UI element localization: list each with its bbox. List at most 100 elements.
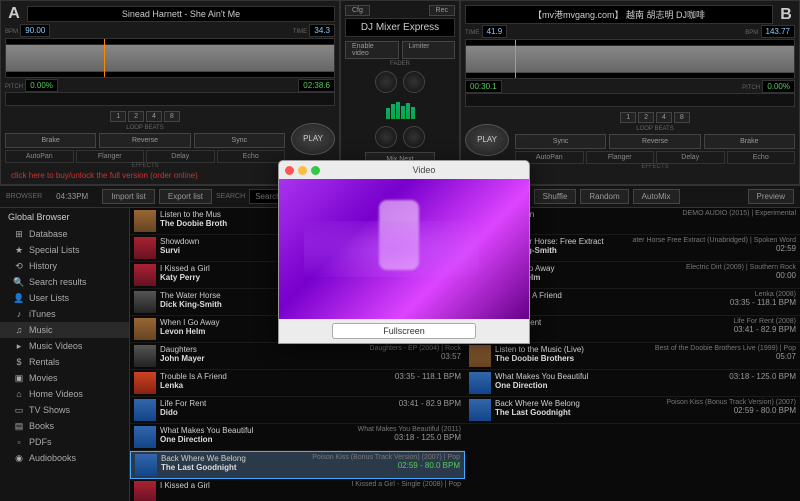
video-window[interactable]: Video Fullscreen <box>278 160 530 344</box>
sidebar-item-pdfs[interactable]: ▫PDFs <box>0 434 129 450</box>
track-meta: Poison Kiss (Bonus Track Version) (2007) <box>666 399 796 406</box>
deck-b-brake[interactable]: Brake <box>704 134 795 149</box>
track-row[interactable]: Life For RentDido03:41 - 82.9 BPM <box>130 397 465 424</box>
minimize-icon[interactable] <box>298 166 307 175</box>
shuffle-button[interactable]: Shuffle <box>534 189 577 204</box>
sidebar-item-tv-shows[interactable]: ▭TV Shows <box>0 402 129 418</box>
track-duration: 03:41 - 82.9 BPM <box>733 325 796 334</box>
cfg-button[interactable]: Cfg <box>345 5 370 16</box>
deck-a-fx-autopan[interactable]: AutoPan <box>5 150 74 163</box>
enable-video-button[interactable]: Enable video <box>345 41 399 59</box>
track-duration: 00:00 <box>686 271 796 280</box>
eq-knob-left[interactable] <box>375 126 397 148</box>
limiter-button[interactable]: Limiter <box>402 41 456 59</box>
deck-a-loop-2[interactable]: 2 <box>128 111 144 122</box>
mixer-center: Cfg Rec DJ Mixer Express Enable video Li… <box>340 0 460 185</box>
sidebar-item-label: Music <box>29 325 53 335</box>
deck-b-loop-2[interactable]: 2 <box>638 112 654 123</box>
folder-icon: ◉ <box>14 453 24 463</box>
folder-icon: ⟲ <box>14 261 24 271</box>
deck-b-loop-8[interactable]: 8 <box>674 112 690 123</box>
track-row[interactable]: Back Where We BelongThe Last GoodnightPo… <box>130 451 465 479</box>
track-row[interactable]: What Makes You BeautifulOne DirectionWha… <box>130 424 465 451</box>
track-title: Listen to the Music (Live) <box>495 345 651 354</box>
deck-a-pitch: 0.00% <box>25 79 58 92</box>
sidebar-item-label: Books <box>29 421 54 431</box>
sidebar-item-label: User Lists <box>29 293 69 303</box>
deck-a-label: A <box>5 5 23 23</box>
deck-b-fx-delay[interactable]: Delay <box>656 151 725 164</box>
sidebar-item-music[interactable]: ♫Music <box>0 322 129 338</box>
gain-knob-a[interactable] <box>375 71 397 93</box>
track-artist: The Last Goodnight <box>161 463 308 472</box>
sidebar-item-itunes[interactable]: ♪iTunes <box>0 306 129 322</box>
deck-a-waveform[interactable] <box>5 38 335 78</box>
album-art <box>134 372 156 394</box>
deck-a-loop-4[interactable]: 4 <box>146 111 162 122</box>
deck-a-fx-flanger[interactable]: Flanger <box>76 150 145 163</box>
deck-b-reverse[interactable]: Reverse <box>609 134 700 149</box>
sidebar-item-history[interactable]: ⟲History <box>0 258 129 274</box>
deck-a-reverse[interactable]: Reverse <box>99 133 190 148</box>
sidebar-item-special-lists[interactable]: ★Special Lists <box>0 242 129 258</box>
gain-knob-b[interactable] <box>403 71 425 93</box>
deck-a-loop-1[interactable]: 1 <box>110 111 126 122</box>
track-artist: One Direction <box>160 435 354 444</box>
deck-b-fx-echo[interactable]: Echo <box>727 151 796 164</box>
deck-b-label: B <box>777 6 795 24</box>
deck-b-loop-4[interactable]: 4 <box>656 112 672 123</box>
track-row[interactable]: What Makes You BeautifulOne Direction03:… <box>465 370 800 397</box>
track-meta: Lenka (2008) <box>730 291 796 298</box>
track-row[interactable]: DaughtersJohn MayerDaughters - EP (2004)… <box>130 343 465 370</box>
album-art <box>134 210 156 232</box>
track-row[interactable]: Trouble Is A FriendLenka03:35 - 118.1 BP… <box>130 370 465 397</box>
deck-a-fx-echo[interactable]: Echo <box>217 150 286 163</box>
deck-b-fx-flanger[interactable]: Flanger <box>586 151 655 164</box>
deck-b-play-button[interactable]: PLAY <box>465 124 509 156</box>
track-row[interactable]: I Kissed a GirlI Kissed a Girl - Single … <box>130 479 465 501</box>
deck-a-play-button[interactable]: PLAY <box>291 123 335 155</box>
video-content[interactable] <box>279 179 529 319</box>
sidebar-item-label: TV Shows <box>29 405 70 415</box>
sidebar-item-label: Database <box>29 229 68 239</box>
deck-b-waveform[interactable] <box>465 39 795 79</box>
deck-a-brake[interactable]: Brake <box>5 133 96 148</box>
deck-a-overview[interactable] <box>5 92 335 106</box>
sidebar-item-user-lists[interactable]: 👤User Lists <box>0 290 129 306</box>
automix-button[interactable]: AutoMix <box>633 189 680 204</box>
fullscreen-button[interactable]: Fullscreen <box>332 323 476 339</box>
track-row[interactable]: Listen to the Music (Live)The Doobie Bro… <box>465 343 800 370</box>
album-art <box>134 291 156 313</box>
track-row[interactable]: Back Where We BelongThe Last GoodnightPo… <box>465 397 800 424</box>
rec-button[interactable]: Rec <box>429 5 455 16</box>
zoom-icon[interactable] <box>311 166 320 175</box>
deck-b-loop-1[interactable]: 1 <box>620 112 636 123</box>
deck-b-sync[interactable]: Sync <box>515 134 606 149</box>
sidebar-item-music-videos[interactable]: ▸Music Videos <box>0 338 129 354</box>
export-list-button[interactable]: Export list <box>159 189 212 204</box>
sidebar-item-audiobooks[interactable]: ◉Audiobooks <box>0 450 129 466</box>
preview-button[interactable]: Preview <box>748 189 794 204</box>
deck-a: A Sinead Harnett - She Ain't Me BPM 90.0… <box>0 0 340 185</box>
deck-a-sync[interactable]: Sync <box>194 133 285 148</box>
sidebar-item-database[interactable]: ⊞Database <box>0 226 129 242</box>
random-button[interactable]: Random <box>580 189 628 204</box>
sidebar-item-books[interactable]: ▤Books <box>0 418 129 434</box>
album-art <box>134 481 156 501</box>
track-duration: 03:18 - 125.0 BPM <box>358 433 461 442</box>
sidebar-item-rentals[interactable]: $Rentals <box>0 354 129 370</box>
video-titlebar[interactable]: Video <box>279 161 529 179</box>
track-title: Back Where We Belong <box>161 454 308 463</box>
sidebar-item-home-videos[interactable]: ⌂Home Videos <box>0 386 129 402</box>
sidebar-item-search-results[interactable]: 🔍Search results <box>0 274 129 290</box>
close-icon[interactable] <box>285 166 294 175</box>
deck-a-fx-delay[interactable]: Delay <box>146 150 215 163</box>
album-art <box>134 399 156 421</box>
deck-b-overview[interactable] <box>465 93 795 107</box>
import-list-button[interactable]: Import list <box>102 189 155 204</box>
sidebar-item-movies[interactable]: ▣Movies <box>0 370 129 386</box>
eq-knob-right[interactable] <box>403 126 425 148</box>
deck-a-loop-8[interactable]: 8 <box>164 111 180 122</box>
sidebar: Global Browser ⊞Database★Special Lists⟲H… <box>0 208 130 501</box>
track-artist: Dido <box>160 408 395 417</box>
